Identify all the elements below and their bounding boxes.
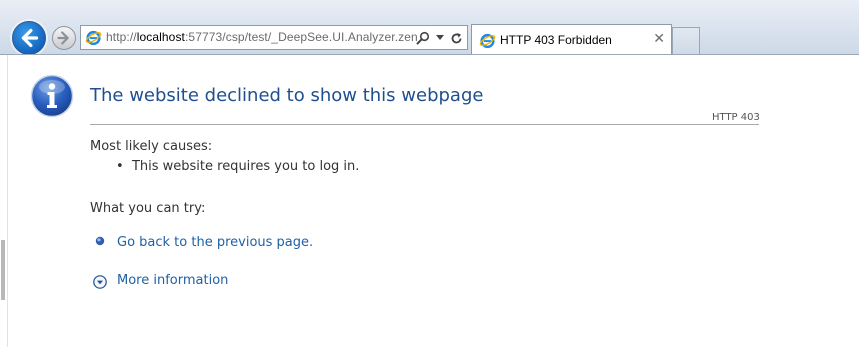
tab-title: HTTP 403 Forbidden: [500, 33, 612, 47]
info-icon: [30, 74, 74, 118]
url-text: http://localhost:57773/csp/test/_DeepSee…: [106, 30, 418, 44]
search-icon[interactable]: [416, 31, 430, 45]
try-label: What you can try:: [90, 201, 206, 216]
go-back-link[interactable]: Go back to the previous page.: [117, 235, 313, 250]
ie-logo-icon: [479, 33, 496, 49]
address-bar[interactable]: http://localhost:57773/csp/test/_DeepSee…: [80, 25, 468, 50]
forward-arrow-icon: [57, 31, 69, 45]
forward-button[interactable]: [52, 26, 76, 50]
chevron-down-icon[interactable]: [93, 275, 107, 289]
address-bar-tools: [416, 29, 463, 47]
scroll-indicator[interactable]: [1, 240, 5, 300]
url-prefix: http://: [106, 30, 137, 44]
cause-text: This website requires you to log in.: [131, 159, 360, 174]
tab-http-403[interactable]: HTTP 403 Forbidden ✕: [471, 24, 672, 55]
ie-logo-icon: [85, 30, 102, 46]
browser-toolbar: http://localhost:57773/csp/test/_DeepSee…: [0, 0, 859, 55]
divider: [90, 124, 759, 125]
more-information-link[interactable]: More information: [117, 273, 228, 288]
page-title: The website declined to show this webpag…: [90, 85, 484, 106]
url-path: :57773/csp/test/_DeepSee.UI.Analyzer.zen: [184, 30, 418, 44]
dropdown-icon[interactable]: [436, 35, 444, 41]
close-icon[interactable]: ✕: [653, 30, 665, 48]
left-scroll-edge: [0, 55, 8, 347]
http-status-code: HTTP 403: [712, 112, 760, 123]
url-host: localhost: [136, 30, 185, 44]
refresh-icon[interactable]: [450, 32, 463, 45]
bullet-icon: [95, 236, 105, 246]
back-button[interactable]: [12, 21, 46, 55]
new-tab-button[interactable]: [672, 27, 700, 55]
cause-list-item: • This website requires you to log in.: [116, 159, 360, 174]
back-arrow-icon: [21, 28, 39, 48]
causes-label: Most likely causes:: [90, 139, 213, 154]
